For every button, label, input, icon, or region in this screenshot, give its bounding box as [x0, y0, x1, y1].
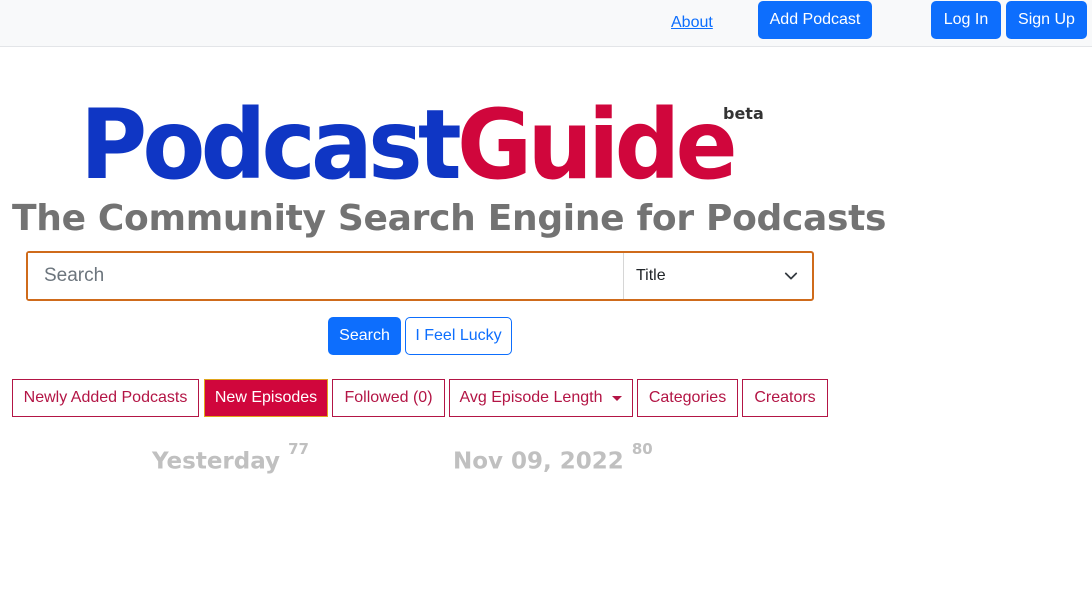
tab-label: Followed (0): [344, 389, 433, 406]
search-field-selected-value: Title: [636, 267, 666, 284]
tab-creators[interactable]: Creators: [742, 379, 828, 417]
tab-followed[interactable]: Followed (0): [332, 379, 445, 417]
log-in-button[interactable]: Log In: [931, 1, 1001, 39]
top-navbar: About Add Podcast Log In Sign Up: [0, 0, 1092, 47]
tab-label: Avg Episode Length: [459, 389, 603, 406]
tab-label: Categories: [648, 389, 727, 406]
search-button[interactable]: Search: [328, 317, 401, 355]
page-tagline: The Community Search Engine for Podcasts: [12, 198, 887, 239]
tab-label: Creators: [754, 389, 816, 406]
podcastguide-logo[interactable]: PodcastGuide: [80, 97, 738, 193]
episode-count: 77: [288, 440, 309, 458]
chevron-down-icon: [784, 272, 798, 280]
tab-new-episodes[interactable]: New Episodes: [204, 379, 328, 417]
search-bar: Title: [26, 251, 814, 301]
logo-podcast-text: Podcast: [80, 89, 462, 201]
about-link[interactable]: About: [671, 14, 713, 32]
tab-newly-added-podcasts[interactable]: Newly Added Podcasts: [12, 379, 199, 417]
date-group-heading[interactable]: Yesterday 77: [152, 440, 309, 475]
tab-categories[interactable]: Categories: [637, 379, 738, 417]
tab-label: New Episodes: [214, 389, 318, 406]
i-feel-lucky-button[interactable]: I Feel Lucky: [405, 317, 512, 355]
tab-avg-episode-length[interactable]: Avg Episode Length: [449, 379, 633, 417]
search-input[interactable]: [28, 253, 624, 299]
search-field-select[interactable]: Title: [624, 253, 812, 299]
episode-count: 80: [631, 440, 653, 458]
tab-label: Newly Added Podcasts: [23, 389, 188, 406]
sign-up-button[interactable]: Sign Up: [1006, 1, 1087, 39]
date-label: Nov 09, 2022: [453, 448, 624, 475]
date-group-heading[interactable]: Nov 09, 2022 80: [453, 440, 653, 475]
add-podcast-button[interactable]: Add Podcast: [758, 1, 872, 39]
logo-guide-text: Guide: [456, 89, 738, 201]
beta-label: beta: [723, 104, 764, 123]
dropdown-caret-icon: [612, 395, 623, 401]
date-label: Yesterday: [152, 448, 281, 475]
